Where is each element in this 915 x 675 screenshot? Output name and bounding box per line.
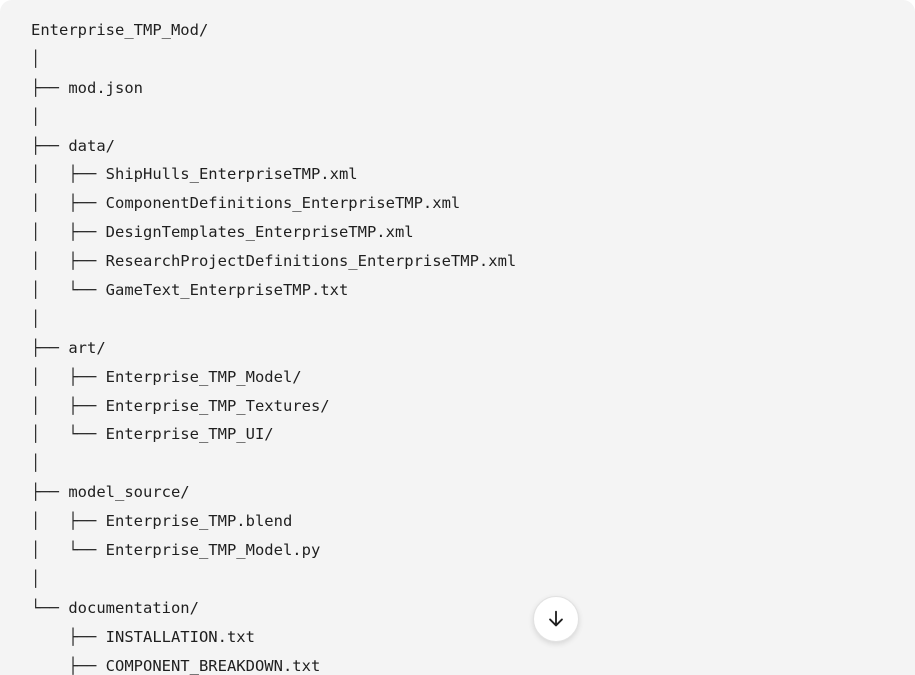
tree-branch-glyph: │ ├── — [31, 252, 106, 271]
folder-name: art/ — [68, 338, 106, 357]
tree-line: │ └── GameText_EnterpriseTMP.txt — [31, 276, 915, 305]
tree-line: ├── art/ — [31, 334, 915, 363]
tree-branch-glyph: └── — [31, 598, 69, 617]
tree-line: ├── INSTALLATION.txt — [31, 623, 915, 652]
tree-line: │ ├── ComponentDefinitions_EnterpriseTMP… — [31, 189, 915, 218]
tree-line: │ ├── ResearchProjectDefinitions_Enterpr… — [31, 247, 915, 276]
folder-name: data/ — [68, 136, 115, 155]
tree-branch-glyph: │ ├── — [31, 165, 106, 184]
tree-branch-glyph: │ — [31, 569, 41, 588]
tree-branch-glyph: ├── — [31, 656, 106, 675]
file-name: Enterprise_TMP_Model.py — [105, 541, 321, 560]
tree-branch-glyph: │ — [31, 309, 41, 328]
tree-branch-glyph: ├── — [31, 338, 69, 357]
folder-name: documentation/ — [68, 598, 199, 617]
tree-branch-glyph: ├── — [31, 78, 69, 97]
tree-line: Enterprise_TMP_Mod/ — [31, 16, 915, 45]
tree-line: │ — [31, 45, 915, 74]
tree-line: │ — [31, 103, 915, 132]
tree-line: ├── model_source/ — [31, 478, 915, 507]
folder-name: Enterprise_TMP_Model/ — [105, 367, 302, 386]
folder-name: Enterprise_TMP_Mod/ — [31, 21, 209, 39]
tree-line: └── documentation/ — [31, 594, 915, 623]
folder-name: Enterprise_TMP_Textures/ — [105, 396, 330, 415]
folder-name: model_source/ — [68, 483, 190, 502]
tree-line: │ ├── ShipHulls_EnterpriseTMP.xml — [31, 160, 915, 189]
file-name: ResearchProjectDefinitions_EnterpriseTMP… — [105, 252, 517, 271]
file-name: Enterprise_TMP.blend — [105, 512, 293, 531]
tree-branch-glyph: │ ├── — [31, 223, 106, 242]
scroll-to-bottom-button[interactable] — [533, 596, 579, 642]
tree-line: ├── COMPONENT_BREAKDOWN.txt — [31, 652, 915, 675]
directory-tree: Enterprise_TMP_Mod/ │ ├── mod.json │ ├── dat… — [31, 16, 915, 675]
file-name: DesignTemplates_EnterpriseTMP.xml — [105, 223, 414, 242]
tree-branch-glyph: │ ├── — [31, 512, 106, 531]
tree-line: │ — [31, 449, 915, 478]
tree-branch-glyph: │ └── — [31, 281, 106, 300]
tree-branch-glyph: │ — [31, 107, 41, 126]
tree-line: │ └── Enterprise_TMP_UI/ — [31, 420, 915, 449]
tree-branch-glyph: │ — [31, 49, 41, 68]
file-name: INSTALLATION.txt — [105, 627, 255, 646]
file-name: ShipHulls_EnterpriseTMP.xml — [105, 165, 358, 184]
arrow-down-icon — [549, 610, 563, 627]
file-name: GameText_EnterpriseTMP.txt — [105, 281, 349, 300]
tree-line: │ └── Enterprise_TMP_Model.py — [31, 536, 915, 565]
tree-line: │ — [31, 305, 915, 334]
tree-branch-glyph: │ └── — [31, 541, 106, 560]
tree-line: │ ├── DesignTemplates_EnterpriseTMP.xml — [31, 218, 915, 247]
tree-line: ├── data/ — [31, 132, 915, 161]
file-name: COMPONENT_BREAKDOWN.txt — [105, 656, 321, 675]
file-name: ComponentDefinitions_EnterpriseTMP.xml — [105, 194, 461, 213]
tree-branch-glyph: ├── — [31, 627, 106, 646]
tree-branch-glyph: │ — [31, 454, 41, 473]
tree-branch-glyph: │ ├── — [31, 367, 106, 386]
tree-branch-glyph: │ └── — [31, 425, 106, 444]
tree-branch-glyph: │ ├── — [31, 194, 106, 213]
tree-branch-glyph: ├── — [31, 136, 69, 155]
tree-line: │ ├── Enterprise_TMP.blend — [31, 507, 915, 536]
code-block: Enterprise_TMP_Mod/ │ ├── mod.json │ ├── dat… — [0, 0, 915, 675]
tree-line: │ ├── Enterprise_TMP_Model/ — [31, 363, 915, 392]
tree-branch-glyph: │ ├── — [31, 396, 106, 415]
tree-line: │ ├── Enterprise_TMP_Textures/ — [31, 392, 915, 421]
file-name: mod.json — [68, 78, 143, 97]
folder-name: Enterprise_TMP_UI/ — [105, 425, 274, 444]
tree-line: │ — [31, 565, 915, 594]
tree-branch-glyph: ├── — [31, 483, 69, 502]
tree-line: ├── mod.json — [31, 74, 915, 103]
